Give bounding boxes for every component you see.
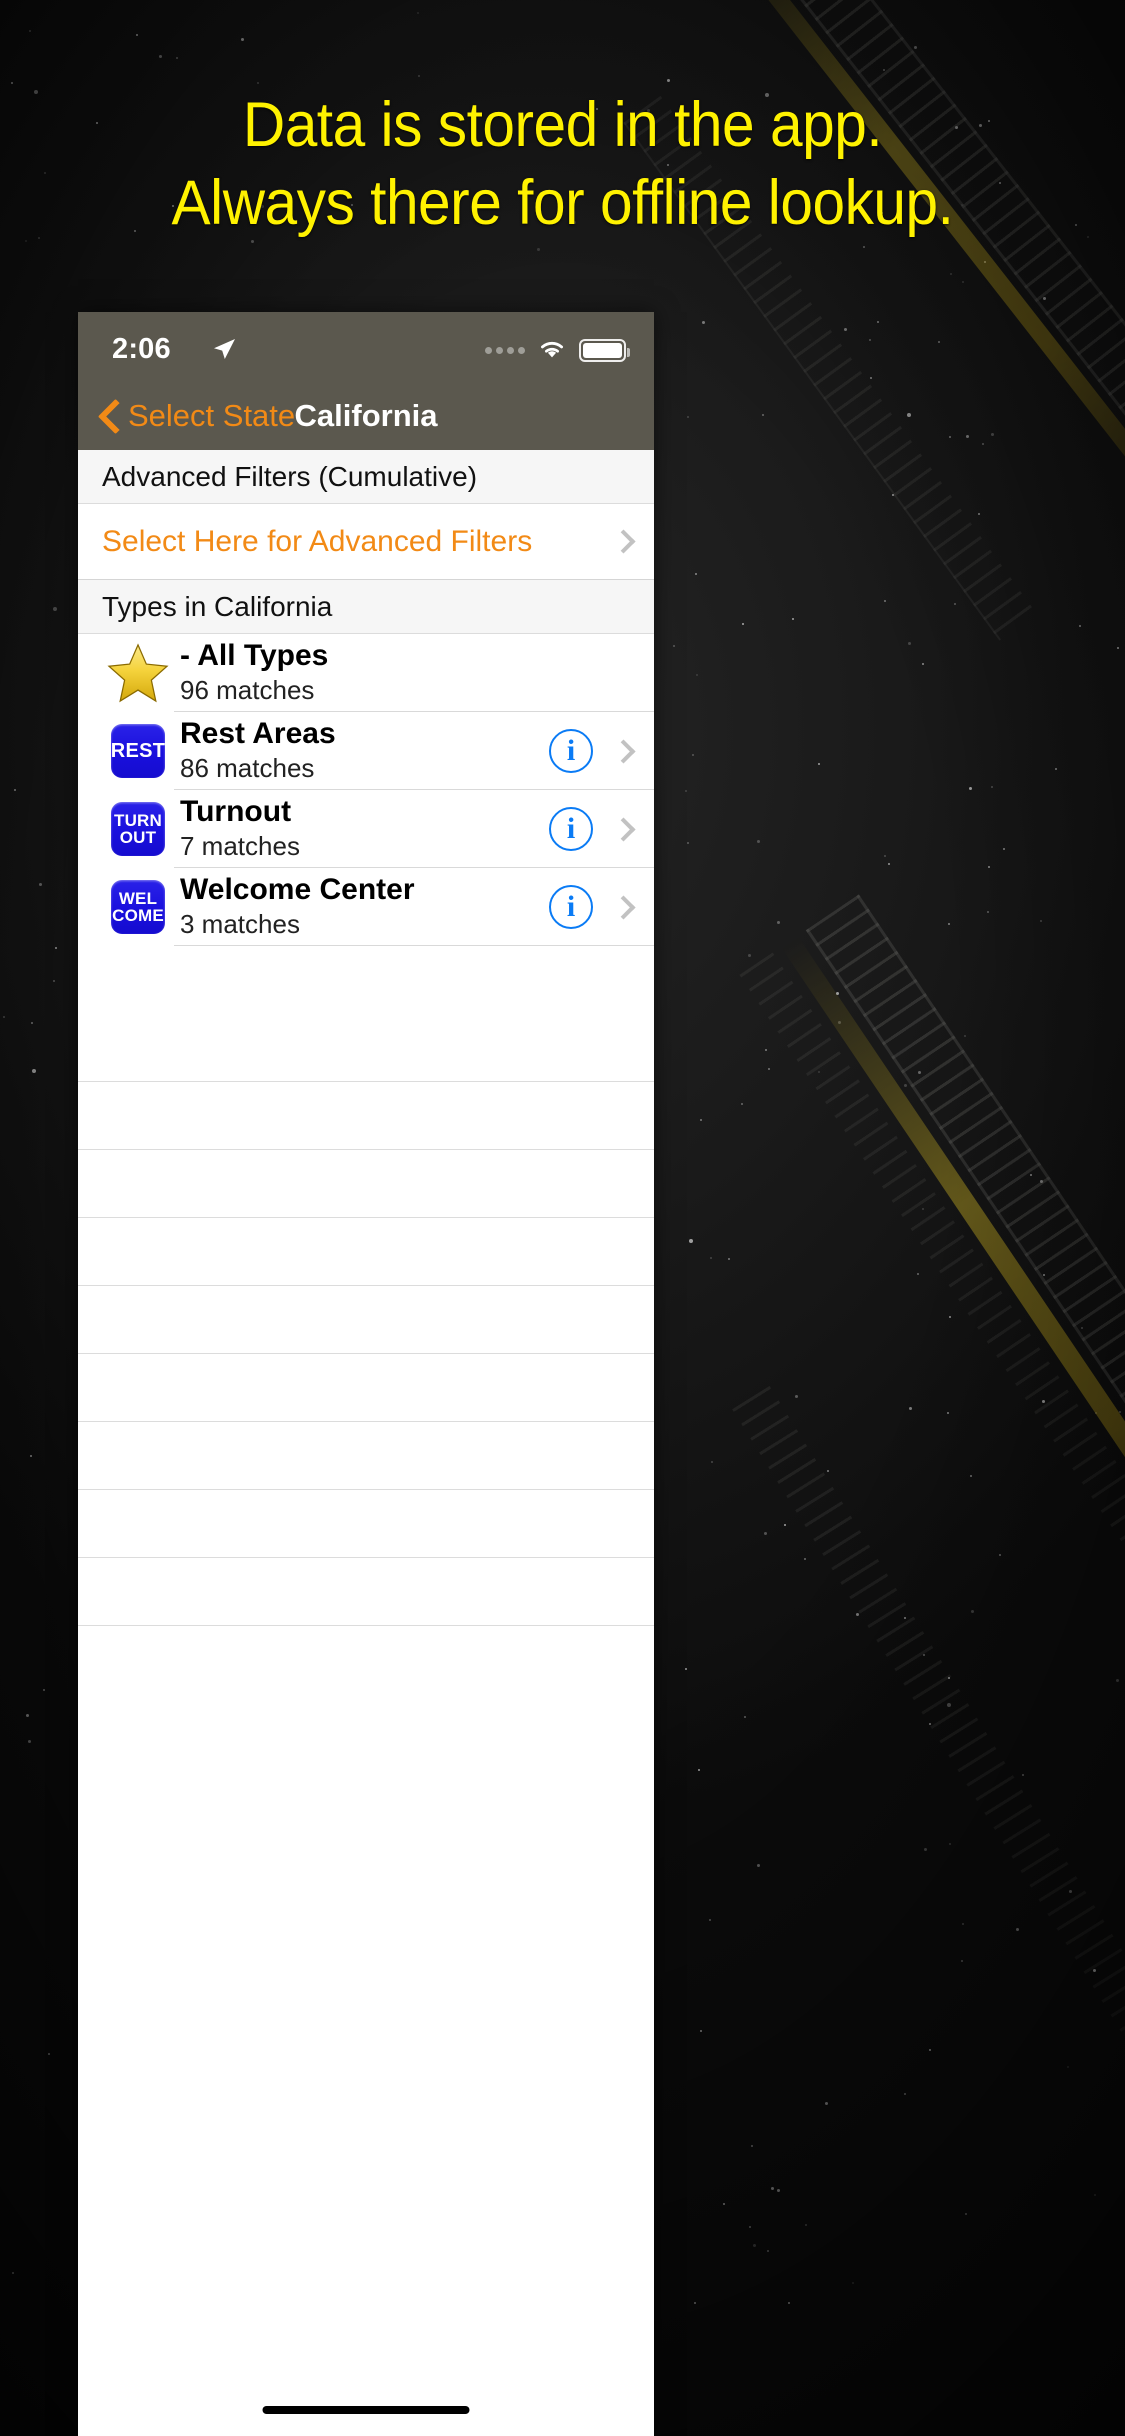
list-item — [78, 1218, 654, 1286]
chevron-right-icon — [611, 894, 636, 920]
type-title: Rest Areas — [180, 717, 336, 751]
list-item — [78, 1490, 654, 1558]
location-arrow-icon — [211, 336, 237, 367]
type-row-all-types[interactable]: - All Types 96 matches — [78, 634, 654, 712]
headline-line-2: Always there for offline lookup. — [171, 168, 954, 238]
type-title: Turnout — [180, 795, 292, 829]
list-item — [78, 1286, 654, 1354]
home-indicator — [262, 2406, 470, 2414]
chevron-right-icon — [611, 529, 636, 554]
turnout-badge-icon: TURN OUT — [102, 802, 174, 856]
list-item — [78, 1354, 654, 1422]
info-button[interactable]: i — [549, 885, 593, 929]
chevron-right-icon — [611, 738, 636, 764]
status-bar: 2:06 — [78, 312, 654, 382]
navigation-bar: Select State California — [78, 382, 654, 450]
gold-star-icon — [102, 643, 174, 703]
badge-line-1: REST — [110, 739, 166, 762]
info-button[interactable]: i — [549, 729, 593, 773]
list-item — [78, 1082, 654, 1150]
type-text: Rest Areas 86 matches — [174, 717, 549, 784]
list-empty-rows — [78, 1014, 654, 1626]
info-button[interactable]: i — [549, 807, 593, 851]
section-header-types: Types in California — [78, 580, 654, 634]
type-subtitle: 7 matches — [180, 831, 300, 862]
badge-line-2: COME — [112, 906, 164, 925]
content-list: Advanced Filters (Cumulative) Select Her… — [78, 450, 654, 1626]
status-bar-time: 2:06 — [112, 333, 171, 365]
type-row-rest-areas[interactable]: REST Rest Areas 86 matches i — [78, 712, 654, 790]
type-subtitle: 3 matches — [180, 909, 300, 940]
phone-screenshot: 2:06 Select State California Advanced Fi… — [78, 312, 654, 2436]
battery-full-icon — [579, 338, 630, 362]
rest-badge-icon: REST — [102, 724, 174, 778]
badge-line-1: TURN — [113, 810, 162, 830]
section-header-advanced-filters: Advanced Filters (Cumulative) — [78, 450, 654, 504]
list-empty-space — [78, 946, 654, 1014]
headline-line-1: Data is stored in the app. — [242, 90, 883, 160]
badge-line-2: OUT — [119, 828, 157, 847]
type-row-welcome-center[interactable]: WEL COME Welcome Center 3 matches i — [78, 868, 654, 946]
page-title: California — [294, 398, 438, 433]
list-item — [78, 1014, 654, 1082]
type-text: Turnout 7 matches — [174, 795, 549, 862]
headline: Data is stored in the app. Always there … — [0, 86, 1125, 242]
type-subtitle: 96 matches — [180, 675, 315, 706]
signal-dots-icon — [485, 346, 525, 354]
chevron-right-icon — [611, 816, 636, 842]
advanced-filters-label: Select Here for Advanced Filters — [102, 524, 533, 558]
type-title: Welcome Center — [180, 873, 415, 907]
row-separator — [174, 945, 654, 946]
status-bar-indicators — [485, 336, 630, 364]
list-item — [78, 1422, 654, 1490]
type-text: Welcome Center 3 matches — [174, 873, 549, 940]
welcome-badge-icon: WEL COME — [102, 880, 174, 934]
wifi-icon — [536, 336, 568, 364]
type-row-turnout[interactable]: TURN OUT Turnout 7 matches i — [78, 790, 654, 868]
type-title: - All Types — [180, 639, 329, 673]
badge-line-1: WEL — [118, 888, 158, 908]
list-item — [78, 1558, 654, 1626]
list-item — [78, 1150, 654, 1218]
type-text: - All Types 96 matches — [174, 639, 632, 706]
advanced-filters-row[interactable]: Select Here for Advanced Filters — [78, 504, 654, 580]
type-subtitle: 86 matches — [180, 753, 315, 784]
